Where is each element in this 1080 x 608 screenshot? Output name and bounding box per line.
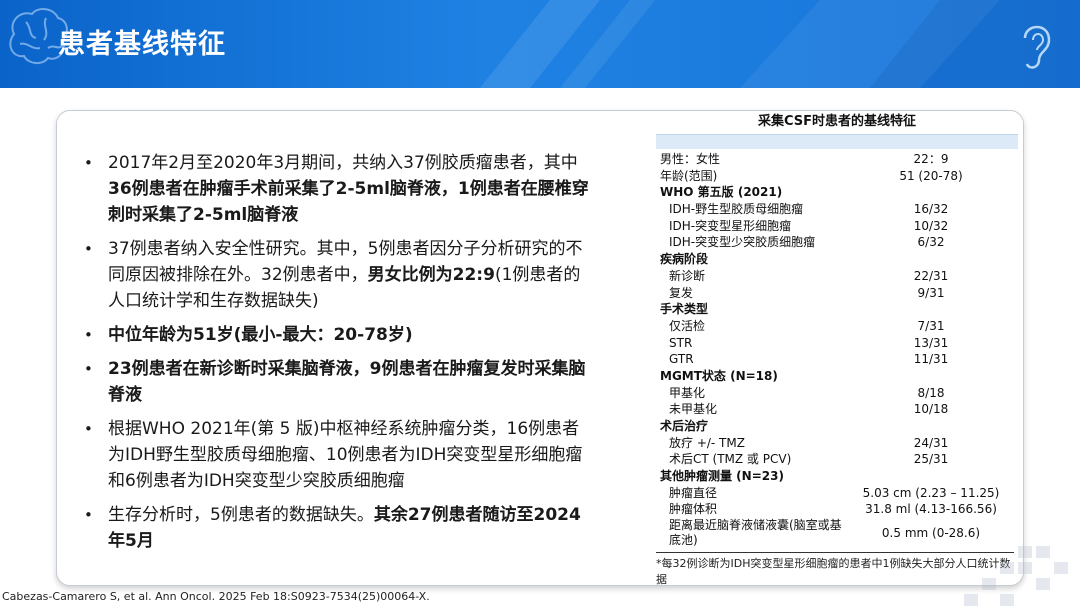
row-value: 51 (20-78)	[899, 168, 963, 183]
row-label: 距离最近脑脊液储液囊(脑室或基底池)	[669, 518, 842, 548]
bullet-text: 根据WHO 2021年(第 5 版)中枢神经系统肿瘤分类，16例患者为IDH野生…	[108, 419, 583, 491]
row-label: 未甲基化	[669, 402, 718, 417]
table-header-bar	[656, 134, 1018, 149]
row-label: IDH-突变型少突胶质细胞瘤	[669, 235, 816, 250]
row-value: 31.8 ml (4.13-166.56)	[865, 502, 997, 517]
row-label: MGMT状态 (N=18)	[660, 368, 778, 383]
row-label: 术后治疗	[660, 419, 709, 433]
table-row: 术后CT (TMZ 或 PCV) 25/31	[656, 451, 1018, 468]
row-value: 25/31	[913, 452, 949, 467]
row-value: 24/31	[913, 435, 949, 450]
header-decoration	[480, 0, 1080, 88]
table-row: 肿瘤直径 5.03 cm (2.23 – 11.25)	[656, 485, 1018, 502]
bullet-item: • 2017年2月至2020年3月期间，共纳入37例胶质瘤患者，其中 36例患者在…	[82, 150, 592, 228]
table-row: IDH-突变型星形细胞瘤 10/32	[656, 218, 1018, 235]
table-body: 男性：女性 22：9 年龄(范围) 51 (20-78) WHO 第五版 (2021) I…	[656, 151, 1018, 548]
bullet-bold-text: 中位年龄为51岁(最小-最大：20-78岁)	[108, 325, 413, 345]
page-title: 患者基线特征	[58, 29, 226, 60]
row-label: 放疗 +/- TMZ	[669, 435, 745, 450]
table-row: IDH-野生型胶质母细胞瘤 16/32	[656, 201, 1018, 218]
table-row: GTR 11/31	[656, 351, 1018, 368]
table-title: 采集CSF时患者的基线特征	[757, 114, 917, 129]
row-value: 8/18	[917, 385, 945, 400]
bullet-item: • 根据WHO 2021年(第 5 版)中枢神经系统肿瘤分类，16例患者为IDH野…	[82, 416, 592, 494]
row-label: 复发	[669, 285, 694, 300]
row-value: 6/32	[917, 235, 945, 250]
table-row: 未甲基化 10/18	[656, 401, 1018, 418]
row-label: IDH-野生型胶质母细胞瘤	[669, 202, 804, 217]
table-row: 新诊断 22/31	[656, 268, 1018, 285]
table-section-row: MGMT状态 (N=18)	[656, 368, 1018, 385]
table-row: 年龄(范围) 51 (20-78)	[656, 168, 1018, 185]
row-label: WHO 第五版 (2021)	[660, 185, 783, 200]
row-value: 11/31	[913, 352, 949, 367]
bullet-dot: •	[84, 360, 93, 378]
table-row: 甲基化 8/18	[656, 385, 1018, 402]
table-section-row: 手术类型	[656, 301, 1018, 318]
table-row: STR 13/31	[656, 335, 1018, 352]
ear-icon	[1023, 25, 1051, 69]
row-value: 9/31	[917, 285, 945, 300]
table-section-row: 疾病阶段	[656, 251, 1018, 268]
row-label: 甲基化	[669, 385, 706, 400]
row-value: 22：9	[913, 152, 949, 166]
bullet-item: • 中位年龄为51岁(最小-最大：20-78岁)	[82, 322, 592, 348]
row-label: IDH-突变型星形细胞瘤	[669, 218, 792, 233]
row-value: 10/32	[913, 218, 949, 233]
row-value: 7/31	[917, 318, 945, 333]
row-value: 13/31	[913, 335, 949, 350]
table-row: 肿瘤体积 31.8 ml (4.13-166.56)	[656, 501, 1018, 518]
row-label: 肿瘤体积	[669, 502, 718, 517]
row-label: 其他肿瘤测量 (N=23)	[660, 469, 784, 484]
bullet-bold-text: 23例患者在新诊断时采集脑脊液，9例患者在肿瘤复发时采集脑脊液	[108, 359, 586, 405]
row-label: 手术类型	[660, 302, 709, 317]
corner-decoration	[964, 546, 1068, 606]
citation: Cabezas-Camarero S, et al. Ann Oncol. 20…	[2, 590, 430, 603]
bullet-bold-text: 男女比例为22:9	[367, 265, 495, 285]
table-section-row: 术后治疗	[656, 418, 1018, 435]
table-row: 复发 9/31	[656, 285, 1018, 302]
table-row: 放疗 +/- TMZ 24/31	[656, 435, 1018, 452]
row-value: 16/32	[913, 202, 949, 217]
row-value: 22/31	[913, 268, 949, 283]
bullet-bold-text: 36例患者在肿瘤手术前采集了2-5ml脑脊液，1例患者在腰椎穿刺时采集了2-5m…	[108, 179, 589, 225]
bullet-dot: •	[84, 326, 93, 344]
baseline-table: 采集CSF时患者的基线特征 男性：女性 22：9 年龄(范围) 51 (20-78) W…	[656, 110, 1018, 588]
row-label: STR	[669, 335, 693, 350]
bullet-dot: •	[84, 154, 93, 172]
row-label: 男性：女性	[660, 152, 721, 166]
slide-header: 患者基线特征	[0, 0, 1080, 88]
row-label: 仅活检	[669, 318, 706, 333]
table-row: IDH-突变型少突胶质细胞瘤 6/32	[656, 234, 1018, 251]
row-label: 疾病阶段	[660, 252, 709, 267]
table-section-row: 其他肿瘤测量 (N=23)	[656, 468, 1018, 485]
row-label: 新诊断	[669, 268, 706, 283]
bullet-list: • 2017年2月至2020年3月期间，共纳入37例胶质瘤患者，其中 36例患者在…	[82, 150, 592, 562]
row-value: 5.03 cm (2.23 – 11.25)	[862, 485, 1000, 500]
bullet-dot: •	[84, 240, 93, 258]
row-label: GTR	[669, 352, 694, 367]
bullet-item: • 23例患者在新诊断时采集脑脊液，9例患者在肿瘤复发时采集脑脊液	[82, 356, 592, 408]
row-label: 年龄(范围)	[660, 168, 718, 183]
row-value: 10/18	[913, 402, 949, 417]
bullet-item: • 生存分析时，5例患者的数据缺失。其余27例患者随访至2024 年5月	[82, 502, 592, 554]
table-row: 仅活检 7/31	[656, 318, 1018, 335]
row-label: 术后CT (TMZ 或 PCV)	[669, 452, 792, 467]
table-section-row: WHO 第五版 (2021)	[656, 184, 1018, 201]
bullet-dot: •	[84, 420, 93, 438]
table-row: 男性：女性 22：9	[656, 151, 1018, 168]
bullet-item: • 37例患者纳入安全性研究。其中，5例患者因分子分析研究的不同原因被排除在外。3…	[82, 236, 592, 314]
row-label: 肿瘤直径	[669, 485, 718, 500]
bullet-text: 2017年2月至2020年3月期间，共纳入37例胶质瘤患者，其中	[108, 153, 578, 173]
bullet-text: 生存分析时，5例患者的数据缺失。	[108, 505, 374, 525]
bullet-dot: •	[84, 506, 93, 524]
